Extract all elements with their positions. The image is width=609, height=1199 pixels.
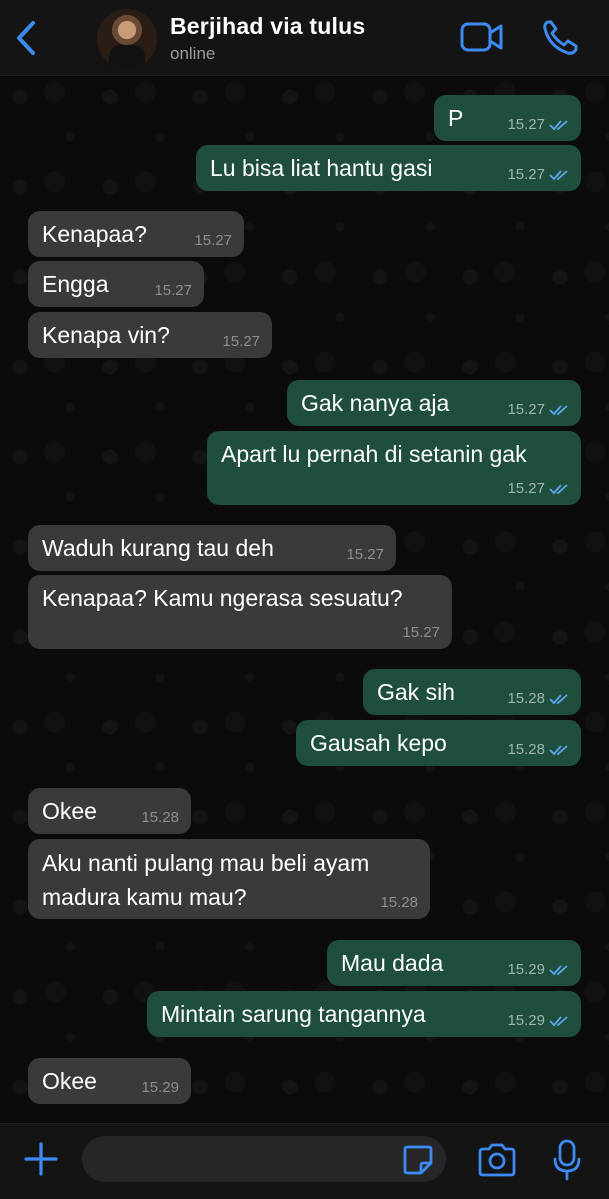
message-bubble-incoming[interactable]: Aku nanti pulang mau beli ayam madura ka…	[28, 839, 430, 919]
double-check-icon	[549, 745, 568, 756]
message-time: 15.27	[507, 116, 545, 133]
message-time: 15.28	[141, 809, 179, 826]
double-check-icon	[549, 120, 568, 131]
sticker-button[interactable]	[402, 1144, 434, 1176]
message-time: 15.29	[507, 1012, 545, 1029]
message-time: 15.27	[222, 333, 260, 350]
message-text: Apart lu pernah di setanin gak	[221, 441, 527, 467]
message-bubble-outgoing[interactable]: Gak nanya aja 15.27	[287, 380, 581, 426]
sticker-icon	[403, 1145, 433, 1175]
chat-header: Berjihad via tulus online	[0, 0, 609, 76]
message-bubble-outgoing[interactable]: Gak sih 15.28	[363, 669, 581, 715]
double-check-icon	[549, 484, 568, 495]
attach-button[interactable]	[22, 1140, 60, 1178]
microphone-icon	[553, 1139, 581, 1181]
message-list[interactable]: P 15.27 Lu bisa liat hantu gasi 15.27 Ke…	[0, 77, 609, 1123]
message-time: 15.27	[402, 624, 440, 641]
message-time: 15.27	[507, 480, 545, 497]
message-text: Mintain sarung tangannya	[161, 1001, 426, 1027]
message-bubble-outgoing[interactable]: Mau dada 15.29	[327, 940, 581, 986]
message-time: 15.29	[507, 961, 545, 978]
double-check-icon	[549, 405, 568, 416]
message-bubble-incoming[interactable]: Waduh kurang tau deh 15.27	[28, 525, 396, 571]
message-time: 15.28	[380, 894, 418, 911]
message-bubble-incoming[interactable]: Kenapa vin? 15.27	[28, 312, 272, 358]
back-button[interactable]	[10, 18, 44, 58]
voice-call-button[interactable]	[540, 19, 580, 57]
message-bubble-incoming[interactable]: Okee 15.28	[28, 788, 191, 834]
message-bubble-incoming[interactable]: Kenapaa? Kamu ngerasa sesuatu? 15.27	[28, 575, 452, 649]
message-time: 15.29	[141, 1079, 179, 1096]
message-text: Waduh kurang tau deh	[42, 535, 274, 561]
microphone-button[interactable]	[550, 1138, 584, 1182]
contact-name[interactable]: Berjihad via tulus	[170, 13, 365, 40]
message-bubble-outgoing[interactable]: P 15.27	[434, 95, 581, 141]
video-call-button[interactable]	[460, 20, 504, 54]
message-bubble-incoming[interactable]: Engga 15.27	[28, 261, 204, 307]
message-bubble-outgoing[interactable]: Mintain sarung tangannya 15.29	[147, 991, 581, 1037]
message-bubble-outgoing[interactable]: Lu bisa liat hantu gasi 15.27	[196, 145, 581, 191]
camera-icon	[478, 1143, 516, 1177]
phone-icon	[543, 20, 578, 55]
double-check-icon	[549, 1016, 568, 1027]
message-time: 15.27	[507, 401, 545, 418]
contact-avatar[interactable]	[97, 9, 157, 69]
double-check-icon	[549, 965, 568, 976]
message-time: 15.28	[507, 741, 545, 758]
message-bubble-outgoing[interactable]: Apart lu pernah di setanin gak 15.27	[207, 431, 581, 505]
chevron-left-icon	[17, 21, 35, 55]
double-check-icon	[549, 170, 568, 181]
message-bubble-incoming[interactable]: Okee 15.29	[28, 1058, 191, 1104]
message-bubble-incoming[interactable]: Kenapaa? 15.27	[28, 211, 244, 257]
message-text: Kenapaa? Kamu ngerasa sesuatu?	[42, 585, 403, 611]
message-composer	[0, 1123, 609, 1199]
camera-button[interactable]	[476, 1142, 518, 1178]
contact-status: online	[170, 44, 216, 63]
message-time: 15.27	[154, 282, 192, 299]
message-time: 15.27	[194, 232, 232, 249]
message-bubble-outgoing[interactable]: Gausah kepo 15.28	[296, 720, 581, 766]
message-input[interactable]	[82, 1136, 446, 1182]
video-camera-icon	[460, 22, 503, 52]
message-text: Aku nanti pulang mau beli ayam madura ka…	[42, 850, 370, 910]
message-time: 15.27	[346, 546, 384, 563]
message-time: 15.28	[507, 690, 545, 707]
message-time: 15.27	[507, 166, 545, 183]
double-check-icon	[549, 694, 568, 705]
plus-icon	[24, 1142, 58, 1176]
